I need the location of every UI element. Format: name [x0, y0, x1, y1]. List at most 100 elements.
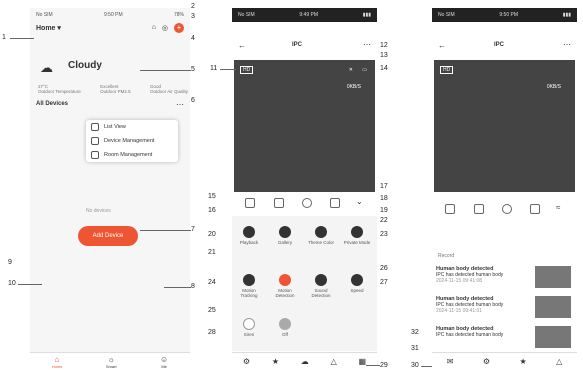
live-video[interactable]: HD 0KB/S [434, 60, 575, 192]
microphone-icon[interactable] [302, 198, 312, 208]
event-item[interactable]: Human body detected IPC has detected huma… [436, 296, 573, 320]
func-speed[interactable]: Speed [342, 274, 372, 293]
nav-me[interactable]: ☺ Me [160, 355, 168, 369]
func-motion[interactable]: Motion Detection [270, 274, 300, 298]
fullscreen-icon[interactable]: ▭ [362, 67, 367, 73]
back-icon[interactable]: ← [438, 41, 446, 50]
func-gallery[interactable]: Gallery [270, 226, 300, 245]
callout-30: 30 [411, 362, 419, 369]
home-screen: No SIM 9:50 PM 78% Home ▾ ⌂ ◎ + ☁ Cloudy… [30, 8, 190, 370]
stat-air: Good Outdoor Air Quality [149, 84, 188, 94]
scan-icon[interactable]: ⌂ [152, 24, 156, 31]
callout-11: 11 [210, 65, 218, 72]
tab-alert-icon[interactable]: △ [331, 357, 337, 366]
microphone-icon[interactable] [502, 204, 512, 214]
panel-tabs: ✉ ⚙ ★ △ [432, 352, 577, 370]
callout-line [140, 230, 191, 231]
event-item[interactable]: Human body detected IPC has detected huma… [436, 266, 573, 290]
record-icon[interactable] [530, 204, 540, 214]
func-siren[interactable]: Siren [234, 318, 264, 337]
settings-icon[interactable]: ⋯ [563, 40, 571, 49]
tab-message-icon[interactable]: ✉ [447, 357, 454, 366]
tab-favorite-icon[interactable]: ★ [519, 357, 526, 366]
nav-smart[interactable]: ☼ Smart [106, 355, 117, 369]
callout-23: 23 [380, 231, 388, 238]
callout-29: 29 [380, 362, 388, 369]
live-video[interactable]: HD ✕ ▭ 0KB/S [234, 60, 375, 192]
screenshot-icon[interactable] [245, 198, 255, 208]
callout-18: 18 [380, 195, 388, 202]
home-icon: ⌂ [54, 354, 60, 364]
callout-9: 9 [8, 259, 12, 266]
callout-line [18, 284, 42, 285]
record-icon[interactable] [330, 198, 340, 208]
nav-home[interactable]: ⌂ Home [52, 355, 63, 369]
add-icon[interactable]: + [174, 23, 184, 33]
menu-list-view[interactable]: List View [86, 120, 178, 134]
callout-32: 32 [411, 329, 419, 336]
event-thumbnail[interactable] [535, 326, 571, 348]
expand-icon[interactable]: ≈ [556, 203, 560, 212]
stat-temperature: 27°C Outdoor Temperature [38, 84, 81, 94]
tab-all-devices[interactable]: All Devices [36, 101, 68, 107]
weather-stats: 27°C Outdoor Temperature Excellent Outdoor… [38, 84, 188, 94]
callout-line [421, 366, 432, 367]
tab-cloud-icon[interactable]: ☁ [301, 357, 309, 366]
callout-20: 20 [208, 231, 216, 238]
section-title: Record [438, 253, 455, 259]
func-playback[interactable]: Playback [234, 226, 264, 245]
event-thumbnail[interactable] [535, 296, 571, 318]
func-private[interactable]: Private Mode [342, 226, 372, 245]
callout-19: 19 [380, 207, 388, 214]
stat-pm25: Excellent Outdoor PM2.5 [100, 84, 131, 94]
tab-grid-icon[interactable]: ▦ [359, 357, 367, 366]
function-panel: Playback Gallery Theme Color Private Mod… [232, 216, 377, 351]
func-sound[interactable]: Sound Detection [306, 274, 336, 298]
callout-line [366, 365, 380, 366]
speed-label: 0KB/S [546, 84, 561, 90]
menu-device-management[interactable]: Device Management [86, 134, 178, 148]
event-thumbnail[interactable] [535, 266, 571, 288]
tab-settings-icon[interactable]: ⚙ [243, 357, 250, 366]
settings-icon[interactable]: ⋯ [363, 40, 371, 49]
status-bar: No SIM 9:49 PM ▮▮▮ [232, 8, 377, 22]
callout-22: 22 [380, 217, 388, 224]
event-item[interactable]: Human body detected IPC has detected huma… [436, 326, 573, 350]
back-icon[interactable]: ← [238, 41, 246, 50]
camera-icon[interactable] [474, 204, 484, 214]
me-icon: ☺ [160, 354, 169, 364]
carrier: No SIM [36, 12, 53, 18]
callout-8: 8 [191, 283, 195, 290]
func-tracking[interactable]: Motion Tracking [234, 274, 264, 298]
callout-5: 5 [191, 66, 195, 73]
menu-room-management[interactable]: Room Management [86, 148, 178, 162]
screenshot-icon[interactable] [445, 204, 455, 214]
more-icon[interactable]: ⋯ [176, 100, 184, 109]
hd-toggle[interactable]: HD [240, 66, 254, 74]
tab-settings-icon[interactable]: ⚙ [483, 357, 490, 366]
tab-favorite-icon[interactable]: ★ [272, 357, 279, 366]
list-icon [91, 123, 99, 131]
mute-icon[interactable]: ✕ [349, 67, 353, 73]
panel-tabs: ⚙ ★ ☁ △ ▦ [232, 352, 377, 370]
expand-icon[interactable]: ⌄ [356, 197, 363, 206]
callout-2: 2 [191, 3, 195, 10]
callout-26: 26 [380, 265, 388, 272]
cloud-icon: ☁ [40, 60, 53, 75]
callout-line [164, 287, 191, 288]
func-off[interactable]: Off [270, 318, 300, 337]
callout-24: 24 [208, 279, 216, 286]
camera-icon[interactable] [274, 198, 284, 208]
view-menu: List View Device Management Room Managem… [86, 120, 178, 162]
func-theme[interactable]: Theme Color [306, 226, 336, 245]
callout-3: 3 [191, 13, 195, 20]
page-title: IPC [494, 42, 505, 48]
voice-icon[interactable]: ◎ [162, 24, 168, 32]
callout-7: 7 [191, 226, 195, 233]
tab-alert-icon[interactable]: △ [556, 357, 562, 366]
callout-25: 25 [208, 307, 216, 314]
hd-toggle[interactable]: HD [440, 66, 454, 74]
home-selector[interactable]: Home ▾ [36, 24, 61, 32]
add-device-button[interactable]: Add Device [78, 226, 138, 246]
camera-screen: No SIM 9:49 PM ▮▮▮ ← IPC ⋯ HD ✕ ▭ 0KB/S … [232, 8, 377, 370]
